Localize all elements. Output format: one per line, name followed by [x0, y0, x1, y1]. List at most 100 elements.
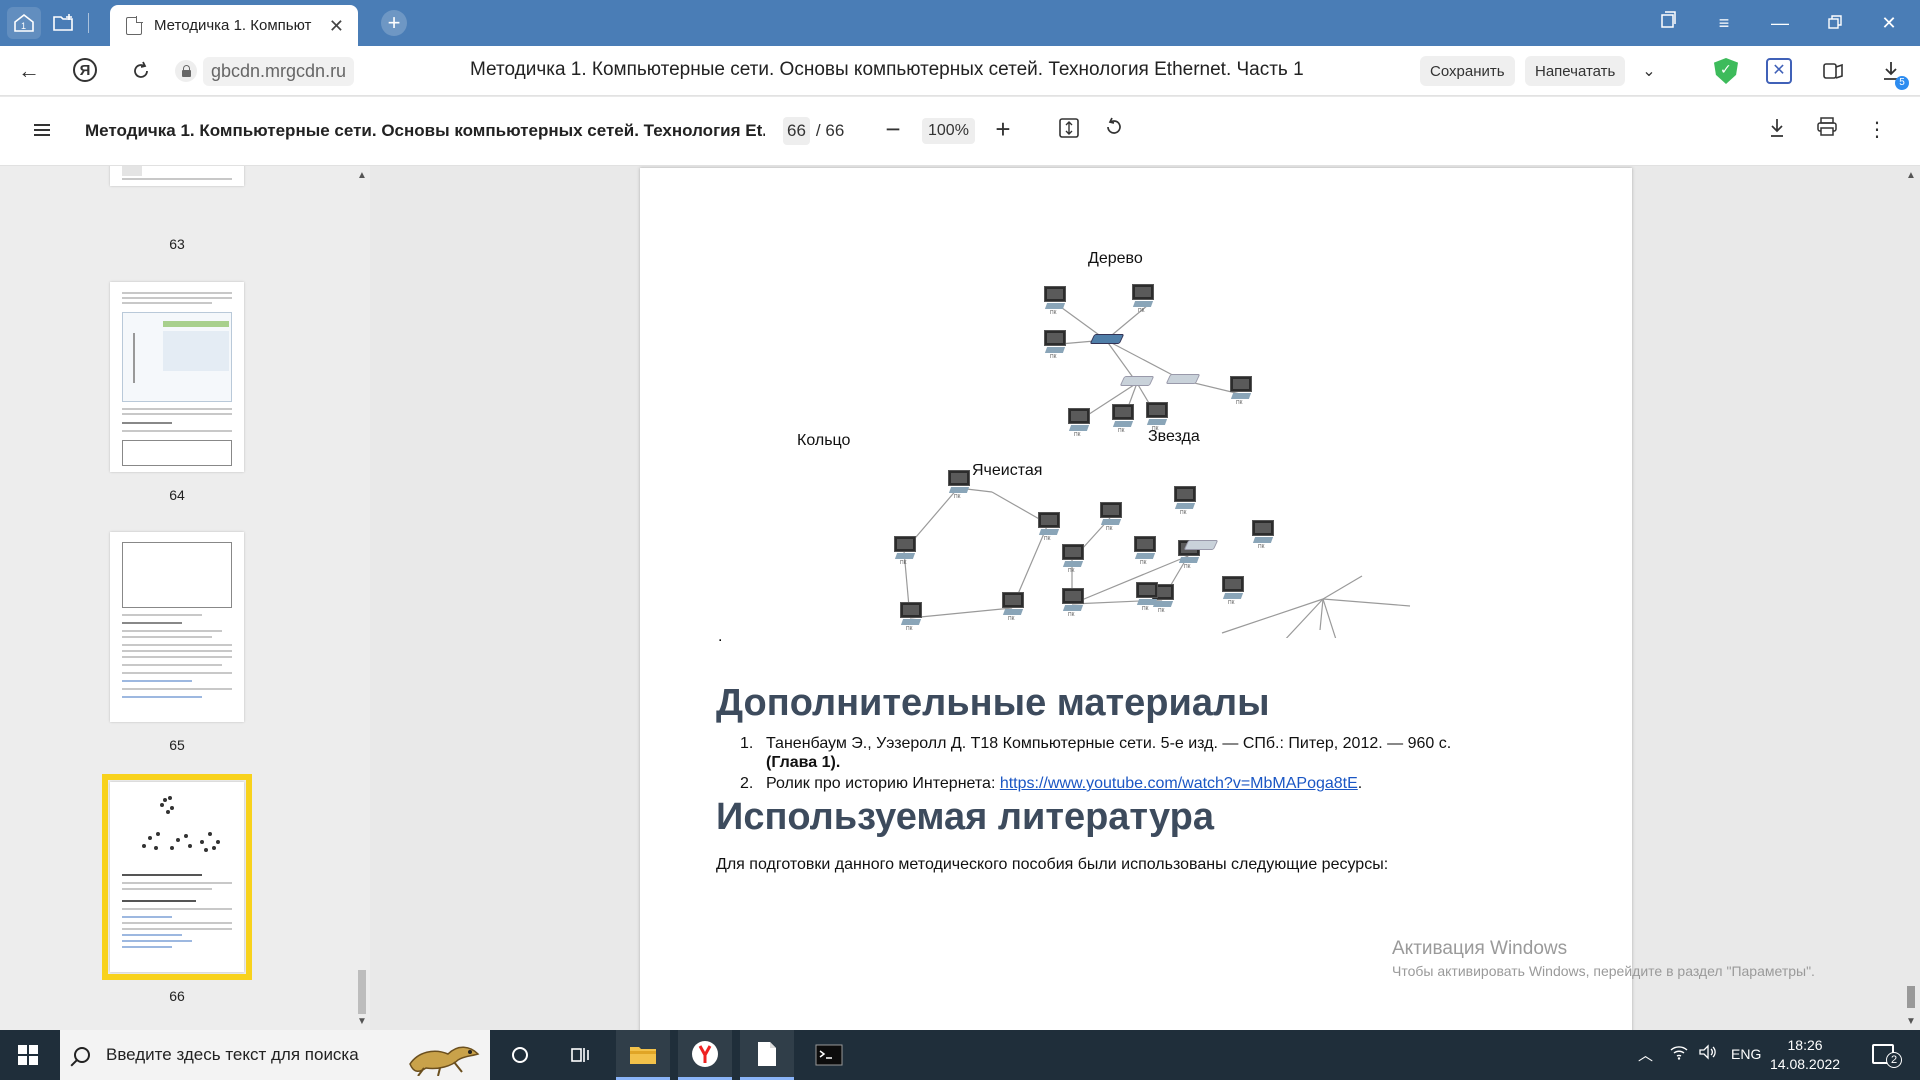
pc-icon: ПК — [892, 536, 918, 566]
zoom-level[interactable]: 100% — [922, 118, 975, 144]
new-tab-group-button[interactable] — [46, 5, 82, 41]
mesh-topology-label: Ячеистая — [972, 462, 1043, 479]
home-icon: 1 — [14, 13, 34, 32]
pc-caption: ПК — [900, 560, 907, 566]
print-icon[interactable] — [1814, 117, 1840, 143]
network-wifi-icon[interactable] — [1670, 1044, 1688, 1064]
reference-text: Ролик про историю Интернета: — [766, 775, 1000, 792]
document-scrollbar[interactable]: ▲ ▼ — [1902, 166, 1920, 1030]
clock-time: 18:26 — [1787, 1037, 1823, 1053]
browser-menu-icon[interactable]: ≡ — [1709, 8, 1739, 38]
more-options-icon[interactable]: ⋮ — [1864, 117, 1890, 143]
pc-caption: ПК — [1044, 536, 1051, 542]
hamburger-menu-icon[interactable] — [34, 124, 50, 136]
excel-extension-icon[interactable]: ✕ — [1766, 58, 1792, 84]
collections-icon[interactable] — [1653, 8, 1683, 38]
scroll-down-arrow-icon[interactable]: ▼ — [357, 1016, 367, 1027]
volume-icon[interactable] — [1698, 1044, 1718, 1064]
chevron-down-icon[interactable]: ⌄ — [1636, 58, 1662, 84]
switch-icon — [1165, 374, 1201, 384]
zoom-out-button[interactable]: − — [878, 115, 908, 145]
pc-icon: ПК — [1036, 512, 1062, 542]
pc-icon: ПК — [1042, 286, 1068, 316]
thumbnail-label: 64 — [169, 487, 185, 503]
new-tab-button[interactable]: + — [381, 10, 407, 36]
url-field[interactable]: gbcdn.mrgcdn.ru — [175, 56, 381, 86]
tree-topology-label: Дерево — [1088, 250, 1143, 267]
task-view-icon[interactable] — [553, 1030, 607, 1080]
terminal-icon[interactable] — [802, 1030, 856, 1080]
pc-caption: ПК — [1050, 354, 1057, 360]
show-hidden-icons-chevron-icon[interactable]: ︿ — [1638, 1044, 1653, 1065]
taskbar-search-box[interactable]: Введите здесь текст для поиска — [60, 1030, 490, 1080]
pc-icon: ПК — [1066, 408, 1092, 438]
document-app-icon[interactable] — [740, 1030, 794, 1080]
tab-active[interactable]: Методичка 1. Компьют ✕ — [110, 5, 358, 46]
print-button[interactable]: Напечатать — [1525, 56, 1626, 86]
stray-dot: . — [718, 628, 723, 645]
notifications-icon[interactable]: 2 — [1872, 1044, 1902, 1068]
scrollbar-thumb[interactable] — [1907, 986, 1915, 1008]
yandex-icon[interactable]: Я — [73, 58, 97, 82]
pc-icon: ПК — [1144, 402, 1170, 432]
network-topologies-diagram — [903, 304, 1411, 638]
clock[interactable]: 18:26 14.08.2022 — [1770, 1036, 1840, 1074]
rotate-icon[interactable] — [1101, 117, 1127, 143]
scroll-down-arrow-icon[interactable]: ▼ — [1906, 1016, 1916, 1027]
thumbnail-label: 66 — [169, 988, 185, 1004]
cortana-icon[interactable] — [493, 1030, 547, 1080]
star-topology-label: Звезда — [1148, 428, 1200, 445]
tabs-home-button[interactable]: 1 — [7, 7, 41, 39]
page-thumbnail-65[interactable] — [110, 532, 244, 722]
reference-chapter: (Глава 1). — [766, 754, 841, 771]
reload-icon[interactable] — [128, 58, 154, 84]
reference-text: Таненбаум Э., Уэзеролл Д. Т18 Компьютерн… — [766, 735, 1452, 752]
page-thumbnail-63[interactable] — [110, 166, 244, 186]
pc-icon: ПК — [1220, 576, 1246, 606]
scroll-up-arrow-icon[interactable]: ▲ — [357, 170, 367, 181]
current-page-input[interactable]: 66 — [783, 117, 810, 145]
thumbnail-label: 63 — [169, 236, 185, 252]
ring-topology-label: Кольцо — [797, 432, 851, 449]
restore-icon[interactable] — [1820, 8, 1850, 38]
clock-date: 14.08.2022 — [1770, 1056, 1841, 1072]
zoom-in-button[interactable]: + — [988, 115, 1018, 145]
pc-icon: ПК — [1060, 588, 1086, 618]
pdf-title: Методичка 1. Компьютерные сети. Основы к… — [85, 121, 765, 140]
page-thumbnail-64[interactable] — [110, 282, 244, 472]
browser-tab-bar: 1 Методичка 1. Компьют ✕ + ≡ — ✕ — [0, 0, 1920, 46]
file-explorer-icon[interactable] — [616, 1030, 670, 1080]
heading-used-literature: Используемая литература — [716, 796, 1214, 838]
page-thumbnail-66[interactable] — [102, 774, 252, 980]
lock-icon[interactable] — [175, 60, 197, 82]
literature-intro: Для подготовки данного методического пос… — [716, 856, 1389, 873]
minimize-icon[interactable]: — — [1765, 8, 1795, 38]
scrollbar-thumb[interactable] — [358, 970, 366, 1014]
save-button[interactable]: Сохранить — [1420, 56, 1515, 86]
pc-caption: ПК — [1074, 432, 1081, 438]
pc-icon: ПК — [1130, 284, 1156, 314]
back-arrow-icon[interactable]: ← — [16, 58, 42, 84]
fit-page-icon[interactable] — [1056, 117, 1082, 143]
pc-icon: ПК — [1098, 502, 1124, 532]
tab-close-icon[interactable]: ✕ — [329, 16, 344, 37]
pc-icon: ПК — [1228, 376, 1254, 406]
yandex-browser-icon[interactable] — [678, 1030, 732, 1080]
pc-caption: ПК — [1138, 308, 1145, 314]
pc-caption: ПК — [1142, 606, 1149, 612]
download-pdf-icon[interactable] — [1764, 117, 1790, 143]
pc-icon: ПК — [1250, 520, 1276, 550]
pc-icon: ПК — [1000, 592, 1026, 622]
notification-count: 2 — [1886, 1052, 1902, 1068]
reader-icon[interactable] — [1820, 58, 1846, 84]
close-window-icon[interactable]: ✕ — [1874, 8, 1904, 38]
windows-start-icon[interactable] — [18, 1045, 38, 1065]
search-icon — [74, 1047, 90, 1063]
reference-item-1: 1. Таненбаум Э., Уэзеролл Д. Т18 Компьют… — [740, 734, 1640, 774]
pc-caption: ПК — [1106, 526, 1113, 532]
language-indicator[interactable]: ENG — [1731, 1046, 1761, 1062]
protect-shield-icon[interactable] — [1714, 58, 1738, 84]
scroll-up-arrow-icon[interactable]: ▲ — [1906, 170, 1916, 181]
youtube-link[interactable]: https://www.youtube.com/watch?v=MbMAPoga… — [1000, 775, 1358, 792]
sidebar-scrollbar[interactable]: ▲ ▼ — [354, 166, 370, 1030]
